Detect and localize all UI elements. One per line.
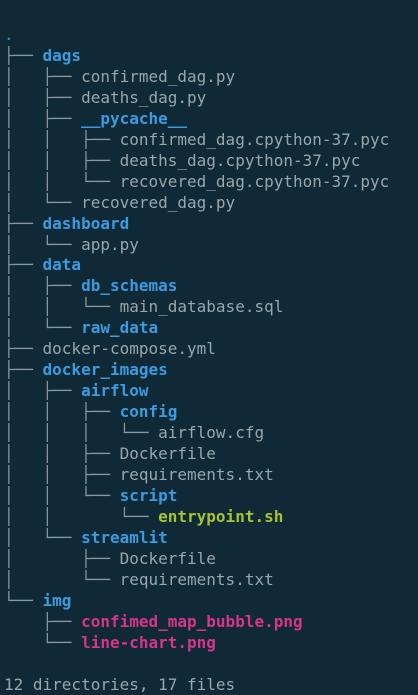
- file-entry: deaths_dag.py: [81, 87, 207, 107]
- file-entry: airflow.cfg: [158, 423, 265, 443]
- directory-entry: docker_images: [42, 360, 168, 380]
- tree-row: ├── dags: [4, 45, 81, 66]
- tree-row: │ ├── __pycache__: [4, 108, 187, 129]
- tree-branch: │ │ ├──: [4, 129, 120, 149]
- tree-branch: ├──: [4, 255, 43, 275]
- tree-branch: │ ├──: [4, 87, 82, 107]
- file-entry: deaths_dag.cpython-37.pyc: [119, 150, 361, 170]
- tree-branch: ├──: [4, 45, 43, 65]
- tree-branch: │ │ ├──: [4, 464, 120, 484]
- tree-branch: │ │ └──: [4, 485, 120, 505]
- tree-branch: │ └──: [4, 527, 82, 547]
- tree-branch: │ │ └──: [4, 171, 120, 191]
- tree-branch: │ │ ├──: [4, 402, 120, 422]
- tree-branch: │ └──: [4, 234, 82, 254]
- tree-row: │ │ └── main_database.sql: [4, 296, 283, 317]
- tree-row: └── img: [4, 590, 71, 611]
- tree-row: ├── dashboard: [4, 213, 129, 234]
- directory-entry: config: [119, 402, 178, 422]
- directory-entry: airflow: [81, 381, 149, 401]
- tree-row: │ ├── deaths_dag.py: [4, 87, 206, 108]
- tree-branch: └──: [4, 590, 43, 610]
- tree-row: │ │ ├── Dockerfile: [4, 443, 216, 464]
- tree-branch: └──: [4, 632, 82, 652]
- tree-row: ├── confimed_map_bubble.png: [4, 611, 303, 632]
- tree-branch: │ ├──: [4, 548, 120, 568]
- tree-row: │ │ │ └── airflow.cfg: [4, 422, 264, 443]
- tree-row: └── line-chart.png: [4, 632, 216, 653]
- tree-row: .: [4, 24, 14, 45]
- tree-branch: │ │ │ └──: [4, 423, 159, 443]
- tree-branch: ├──: [4, 360, 43, 380]
- tree-branch: │ │ └──: [4, 297, 120, 317]
- tree-row: │ └── streamlit: [4, 527, 168, 548]
- tree-row: │ │ ├── deaths_dag.cpython-37.pyc: [4, 150, 360, 171]
- tree-branch: ├──: [4, 611, 82, 631]
- file-entry: main_database.sql: [119, 297, 284, 317]
- directory-entry: __pycache__: [81, 108, 188, 128]
- tree-row: │ │ ├── requirements.txt: [4, 464, 274, 485]
- tree-row: │ │ ├── config: [4, 401, 177, 422]
- tree-row: ├── docker-compose.yml: [4, 338, 216, 359]
- tree-row: │ │ └── recovered_dag.cpython-37.pyc: [4, 171, 389, 192]
- tree-row: │ └── requirements.txt: [4, 569, 274, 590]
- executable-entry: entrypoint.sh: [158, 506, 284, 526]
- tree-row: │ └── raw_data: [4, 317, 158, 338]
- tree-branch: │ ├──: [4, 66, 82, 86]
- terminal-window: ❯ tree .├── dags│ ├── confirmed_dag.py│ …: [0, 0, 418, 695]
- tree-row: │ └── app.py: [4, 234, 139, 255]
- tree-branch: │ ├──: [4, 276, 82, 296]
- file-entry: recovered_dag.py: [81, 192, 236, 212]
- file-entry: confirmed_dag.cpython-37.pyc: [119, 129, 390, 149]
- file-entry: requirements.txt: [119, 464, 274, 484]
- tree-branch: │ ├──: [4, 381, 82, 401]
- tree-row: ├── data: [4, 254, 81, 275]
- directory-entry: dashboard: [42, 213, 130, 233]
- file-entry: Dockerfile: [119, 444, 216, 463]
- summary-line: 12 directories, 17 files: [4, 675, 236, 694]
- tree-row: │ │ ├── confirmed_dag.cpython-37.pyc: [4, 129, 389, 150]
- directory-entry: script: [119, 485, 178, 505]
- file-entry: Dockerfile: [119, 548, 216, 568]
- image-entry: line-chart.png: [81, 632, 216, 652]
- tree-branch: │ │ ├──: [4, 150, 120, 170]
- file-entry: app.py: [81, 234, 139, 254]
- file-entry: docker-compose.yml: [42, 339, 216, 359]
- tree-branch: │ ├──: [4, 108, 82, 128]
- directory-entry: streamlit: [81, 527, 168, 547]
- tree-row: │ ├── airflow: [4, 380, 149, 401]
- tree-branch: │ │ └──: [4, 506, 159, 526]
- directory-entry: data: [42, 255, 82, 275]
- tree-row: │ │ └── script: [4, 485, 177, 506]
- tree-row: │ │ └── entrypoint.sh: [4, 506, 283, 527]
- tree-row: │ ├── db_schemas: [4, 275, 177, 296]
- file-entry: confirmed_dag.py: [81, 66, 236, 86]
- tree-row: │ ├── confirmed_dag.py: [4, 66, 235, 87]
- tree-branch: │ └──: [4, 318, 82, 338]
- tree-branch: │ │ ├──: [4, 444, 120, 463]
- directory-entry: raw_data: [81, 318, 159, 338]
- directory-entry: img: [42, 590, 72, 610]
- file-entry: requirements.txt: [119, 569, 274, 589]
- tree-branch: │ └──: [4, 569, 120, 589]
- file-entry: recovered_dag.cpython-37.pyc: [119, 171, 390, 191]
- tree-branch: ├──: [4, 339, 43, 359]
- directory-entry: db_schemas: [81, 276, 178, 296]
- image-entry: confimed_map_bubble.png: [81, 611, 303, 631]
- tree-row: │ └── recovered_dag.py: [4, 192, 235, 213]
- tree-root: .: [4, 25, 14, 44]
- tree-branch: │ └──: [4, 192, 82, 212]
- tree-branch: ├──: [4, 213, 43, 233]
- tree-row: ├── docker_images: [4, 359, 168, 380]
- prompt-line: ❯ tree: [4, 2, 100, 23]
- directory-entry: dags: [42, 45, 82, 65]
- tree-row: │ ├── Dockerfile: [4, 548, 216, 569]
